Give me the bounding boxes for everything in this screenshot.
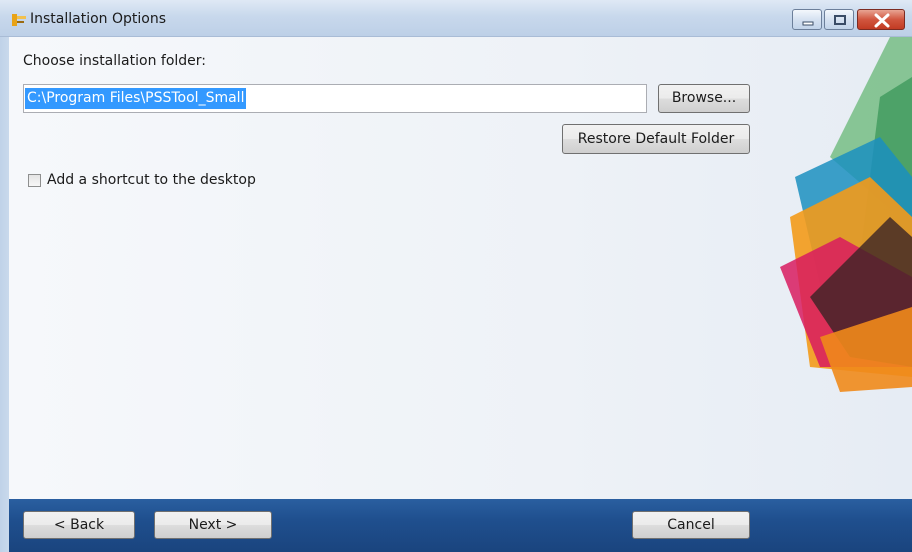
install-path-value[interactable]: C:\Program Files\PSSTool_Small bbox=[25, 88, 247, 109]
title-bar[interactable]: Installation Options bbox=[0, 0, 912, 37]
maximize-icon bbox=[834, 15, 846, 25]
restore-default-folder-button[interactable]: Restore Default Folder bbox=[562, 124, 750, 154]
minimize-icon bbox=[802, 21, 814, 26]
window-title: Installation Options bbox=[30, 11, 167, 27]
installer-window: Installation Options Choose installation… bbox=[0, 0, 912, 552]
footer-bar bbox=[9, 499, 912, 552]
desktop-shortcut-checkbox[interactable] bbox=[28, 174, 41, 187]
install-path-input[interactable]: C:\Program Files\PSSTool_Small bbox=[23, 84, 647, 113]
window-border bbox=[0, 37, 9, 552]
browse-button[interactable]: Browse... bbox=[658, 84, 750, 113]
decorative-graphic bbox=[780, 37, 912, 392]
folder-label: Choose installation folder: bbox=[23, 53, 206, 69]
maximize-button[interactable] bbox=[824, 9, 854, 30]
back-button[interactable]: < Back bbox=[23, 511, 135, 539]
close-button[interactable] bbox=[857, 9, 905, 30]
next-button[interactable]: Next > bbox=[154, 511, 272, 539]
minimize-button[interactable] bbox=[792, 9, 822, 30]
close-icon bbox=[874, 13, 890, 28]
installer-icon bbox=[12, 14, 26, 26]
cancel-button[interactable]: Cancel bbox=[632, 511, 750, 539]
desktop-shortcut-label[interactable]: Add a shortcut to the desktop bbox=[47, 172, 256, 188]
